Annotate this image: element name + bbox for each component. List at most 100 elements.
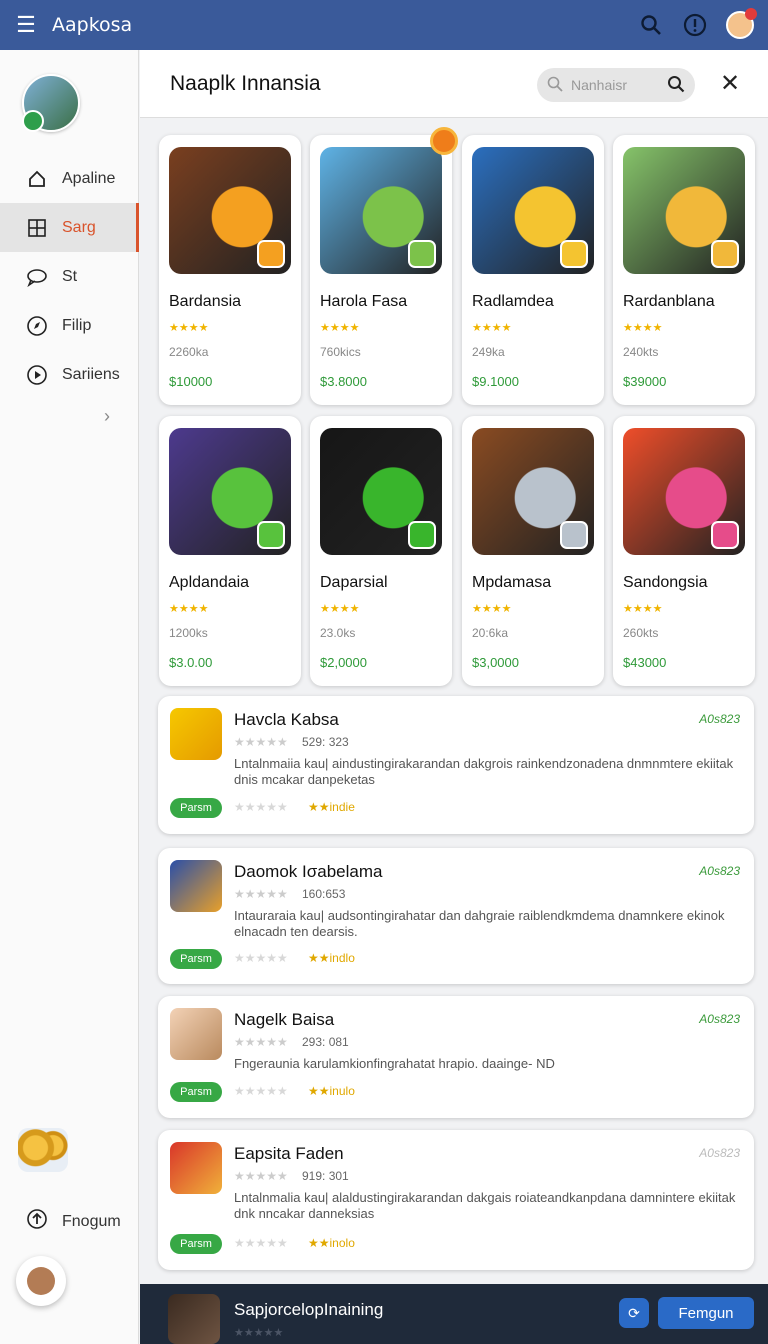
rating-stars: ★★★★ [472, 603, 512, 615]
search-icon[interactable] [638, 12, 664, 38]
item-description: Intauraraia kau| audsontingirahatar dan … [234, 908, 725, 939]
rating-stars: ★★★★ [169, 603, 209, 615]
refresh-icon[interactable]: ⟳ [619, 1298, 649, 1328]
app-thumbnail [320, 428, 442, 555]
app-card[interactable]: Sandongsia ★★★★ 260kts $43000 [613, 416, 755, 686]
item-description: Lntalnmaiia kau| aindustingirakarandan d… [234, 756, 734, 787]
upload-icon [26, 1208, 48, 1235]
list-item[interactable]: Eapsita Faden A0s823 ★★★★★ 919: 301 Lnta… [158, 1130, 754, 1270]
app-size: 1200ks [169, 626, 208, 640]
app-thumbnail [623, 428, 745, 555]
sidebar-item-label: Sariiens [62, 365, 120, 383]
app-name: Harola Fasa [320, 293, 408, 310]
sidebar-item-st[interactable]: St [0, 252, 139, 301]
sidebar-item-fnogum[interactable]: Fnogum [26, 1208, 121, 1235]
app-name: Radlamdea [472, 293, 554, 310]
app-price: $3,0000 [472, 655, 519, 670]
app-size: 240kts [623, 345, 659, 359]
app-card[interactable]: Apldandaia ★★★★ 1200ks $3.0.00 [159, 416, 301, 686]
item-date: A0s823 [699, 1012, 740, 1026]
sidebar: Apaline Sarg St Filip Sariiens › Fnogum [0, 50, 139, 1344]
floating-avatar-button[interactable] [16, 1256, 66, 1306]
profile-avatar[interactable] [726, 8, 757, 39]
rating-stars: ★★★★★ [234, 735, 288, 749]
app-badge-icon [560, 521, 588, 549]
bottom-player-bar: SapjorcelopInaining ★★★★★ ⟳ Femgun [140, 1284, 768, 1344]
search-input[interactable]: Nanhaisr [537, 68, 695, 102]
home-icon [26, 168, 48, 190]
app-icon [168, 1294, 220, 1344]
chevron-right-icon[interactable]: › [104, 406, 110, 427]
item-tag: ★★indlo [308, 951, 355, 965]
app-badge-icon [560, 240, 588, 268]
bottom-bar-title: SapjorcelopInaining [234, 1300, 384, 1319]
compass-icon [26, 315, 48, 337]
item-button[interactable]: Parsm [170, 798, 222, 818]
primary-action-button[interactable]: Femgun [658, 1297, 754, 1329]
app-card[interactable]: Bardansia ★★★★ 2260ka $10000 [159, 135, 301, 405]
app-price: $39000 [623, 374, 667, 389]
sidebar-item-sarg[interactable]: Sarg [0, 203, 139, 252]
search-submit-icon[interactable] [667, 75, 685, 96]
rating-stars: ★★★★★ [234, 1327, 284, 1339]
item-description: Lntalnmalia kau| alaldustingirakarandan … [234, 1190, 736, 1221]
user-avatar[interactable] [22, 74, 80, 132]
item-count: 293: 081 [302, 1035, 349, 1049]
app-price: $3.8000 [320, 374, 367, 389]
app-badge-icon [711, 521, 739, 549]
list-item[interactable]: Havcla Kabsa A0s823 ★★★★★ 529: 323 Lntal… [158, 696, 754, 834]
app-price: $10000 [169, 374, 213, 389]
menu-icon[interactable]: ☰ [0, 0, 52, 50]
item-count: 529: 323 [302, 735, 349, 749]
item-title: Nagelk Baisa [234, 1010, 335, 1029]
item-tag: ★★inolo [308, 1236, 355, 1250]
grid-icon [26, 217, 48, 239]
sidebar-item-filip[interactable]: Filip [0, 301, 139, 350]
app-card[interactable]: Mpdamasa ★★★★ 20:6ka $3,0000 [462, 416, 604, 686]
app-card[interactable]: Rardanblana ★★★★ 240kts $39000 [613, 135, 755, 405]
close-icon[interactable]: ✕ [718, 72, 742, 96]
item-count: 919: 301 [302, 1169, 349, 1183]
content-header: Naaplk Innansia Nanhaisr ✕ [140, 50, 768, 118]
app-thumbnail [169, 147, 291, 274]
sidebar-item-apaline[interactable]: Apaline [0, 154, 139, 203]
item-date: A0s823 [699, 1146, 740, 1160]
sidebar-item-label: Filip [62, 316, 92, 334]
app-thumbnail [623, 147, 745, 274]
app-thumbnail [320, 147, 442, 274]
app-size: 760kics [320, 345, 361, 359]
app-icon [170, 708, 222, 760]
list-item[interactable]: Daomok Iσabelama A0s823 ★★★★★ 160:653 In… [158, 848, 754, 984]
app-price: $9.1000 [472, 374, 519, 389]
item-date: A0s823 [699, 712, 740, 726]
item-button[interactable]: Parsm [170, 949, 222, 969]
app-size: 2260ka [169, 345, 209, 359]
item-title: Havcla Kabsa [234, 710, 339, 729]
item-count: 160:653 [302, 887, 346, 901]
app-name: Rardanblana [623, 293, 715, 310]
rating-stars: ★★★★★ [234, 1169, 288, 1183]
rating-stars: ★★★★★ [234, 1084, 288, 1098]
app-icon [170, 1008, 222, 1060]
chat-icon [26, 266, 48, 288]
sidebar-item-sariiens[interactable]: Sariiens [0, 350, 139, 399]
rating-stars: ★★★★ [623, 322, 663, 334]
app-thumbnail [472, 428, 594, 555]
app-name: Sandongsia [623, 574, 708, 591]
app-card[interactable]: Daparsial ★★★★ 23.0ks $2,0000 [310, 416, 452, 686]
app-icon [170, 860, 222, 912]
search-icon [547, 76, 563, 95]
rating-stars: ★★★★★ [234, 1236, 288, 1250]
app-card[interactable]: Radlamdea ★★★★ 249ka $9.1000 [462, 135, 604, 405]
rating-stars: ★★★★ [320, 322, 360, 334]
coins-icon[interactable] [18, 1128, 68, 1172]
item-button[interactable]: Parsm [170, 1234, 222, 1254]
item-button[interactable]: Parsm [170, 1082, 222, 1102]
app-badge-icon [408, 521, 436, 549]
app-badge-icon [257, 240, 285, 268]
list-item[interactable]: Nagelk Baisa A0s823 ★★★★★ 293: 081 Fnger… [158, 996, 754, 1118]
rating-stars: ★★★★ [169, 322, 209, 334]
app-card[interactable]: Harola Fasa ★★★★ 760kics $3.8000 [310, 127, 458, 405]
app-size: 23.0ks [320, 626, 356, 640]
info-icon[interactable] [682, 12, 708, 38]
